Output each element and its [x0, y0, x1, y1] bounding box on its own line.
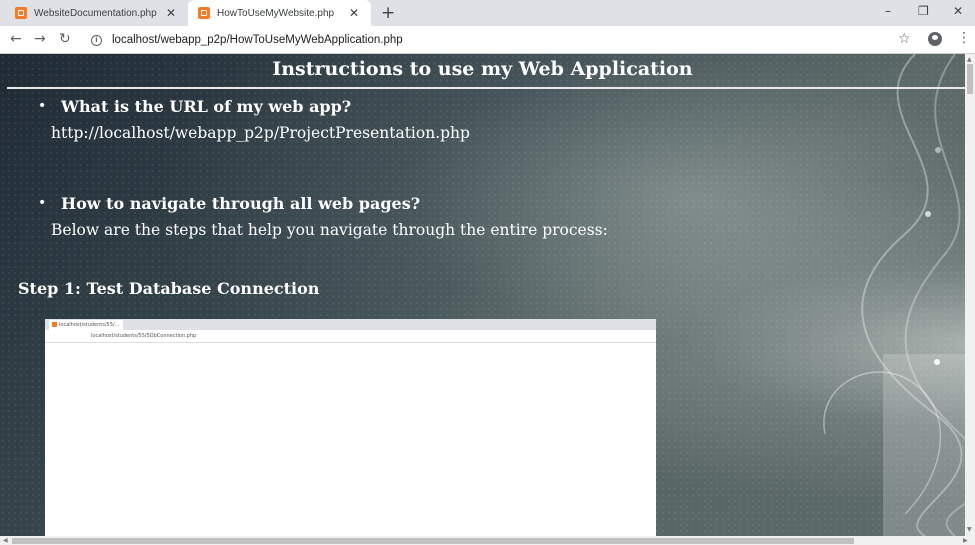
page-viewport: Instructions to use my Web Application •…	[0, 54, 965, 536]
tab-strip: WebsiteDocumentation.php ✕ HowToUseMyWeb…	[0, 0, 975, 26]
screenshot-tab: localhost/students/55/...	[49, 320, 123, 330]
xampp-icon	[198, 7, 210, 19]
horizontal-scrollbar[interactable]: ◀ ▶	[0, 536, 975, 545]
horizontal-scroll-thumb[interactable]	[12, 538, 854, 544]
close-tab-icon[interactable]: ✕	[166, 6, 176, 20]
info-icon[interactable]: i	[91, 34, 102, 46]
scroll-down-arrow[interactable]: ▼	[967, 526, 972, 533]
scroll-left-arrow[interactable]: ◀	[3, 537, 8, 544]
step-1-heading: Step 1: Test Database Connection	[18, 279, 320, 298]
page-title: Instructions to use my Web Application	[272, 58, 693, 80]
vertical-scroll-thumb[interactable]	[967, 64, 973, 94]
xampp-icon	[15, 7, 27, 19]
restore-button[interactable]: ❐	[918, 4, 929, 18]
forward-button[interactable]: →	[34, 31, 46, 47]
vertical-scrollbar[interactable]: ▲ ▼	[965, 54, 975, 536]
browser-toolbar: ← → ↻ i localhost/webapp_p2p/HowToUseMyW…	[0, 26, 975, 54]
minimize-button[interactable]: –	[885, 4, 891, 18]
question-navigation: How to navigate through all web pages?	[61, 194, 421, 213]
tab-title: WebsiteDocumentation.php	[34, 7, 157, 19]
bullet-icon: •	[38, 98, 47, 114]
reload-button[interactable]: ↻	[59, 31, 71, 47]
bullet-icon: •	[38, 195, 47, 211]
close-tab-icon[interactable]: ✕	[349, 6, 359, 20]
back-button[interactable]: ←	[10, 31, 22, 47]
new-tab-button[interactable]: +	[381, 3, 395, 23]
tab-how-to-use-my-website[interactable]: HowToUseMyWebsite.php ✕	[188, 0, 371, 26]
address-bar[interactable]: i localhost/webapp_p2p/HowToUseMyWebAppl…	[84, 29, 920, 51]
screenshot-tab-strip: localhost/students/55/...	[45, 319, 656, 330]
menu-icon[interactable]: ⋮	[957, 30, 971, 46]
step-1-screenshot: localhost/students/55/... localhost/stud…	[45, 319, 656, 536]
tab-website-documentation[interactable]: WebsiteDocumentation.php ✕	[0, 0, 188, 26]
title-divider	[7, 87, 965, 89]
close-window-button[interactable]: ✕	[953, 4, 963, 18]
screenshot-address-bar: localhost/students/55/5DbConnection.php	[45, 330, 656, 343]
question-url: What is the URL of my web app?	[61, 97, 352, 116]
scroll-up-arrow[interactable]: ▲	[967, 56, 972, 63]
answer-url: http://localhost/webapp_p2p/ProjectPrese…	[51, 124, 470, 142]
account-icon[interactable]	[928, 32, 942, 46]
url-text[interactable]: localhost/webapp_p2p/HowToUseMyWebApplic…	[112, 34, 403, 46]
tab-title: HowToUseMyWebsite.php	[217, 7, 335, 19]
bookmark-star-icon[interactable]: ☆	[898, 31, 911, 47]
scroll-right-arrow[interactable]: ▶	[963, 537, 968, 544]
dna-helix-decoration	[823, 54, 965, 536]
answer-navigation: Below are the steps that help you naviga…	[51, 221, 608, 239]
